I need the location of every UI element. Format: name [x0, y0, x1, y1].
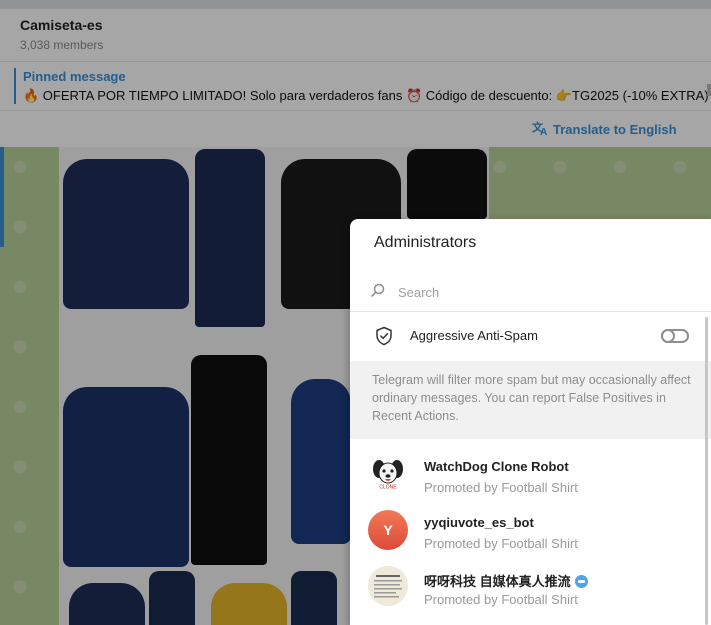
anti-spam-label: Aggressive Anti-Spam — [410, 328, 538, 343]
search-bar — [350, 271, 711, 311]
admin-item[interactable]: 呀呀科技 自媒体真人推流 Promoted by Football Shirt — [350, 563, 711, 619]
dialog-title: Administrators — [374, 234, 477, 251]
admin-name: yyqiuvote_es_bot — [424, 515, 534, 530]
shield-check-icon — [374, 326, 394, 346]
administrators-dialog: Administrators Aggressive Anti-Spam Tele… — [350, 219, 711, 625]
toggle-knob — [661, 329, 675, 343]
document-icon — [368, 566, 408, 606]
search-icon — [370, 283, 386, 299]
anti-spam-toggle[interactable] — [661, 329, 689, 343]
admin-role: Promoted by Football Shirt — [424, 480, 578, 495]
admin-item[interactable]: CLONE WatchDog Clone Robot Promoted by F… — [350, 451, 711, 507]
admin-name: 呀呀科技 自媒体真人推流 — [424, 571, 588, 590]
admin-role: Promoted by Football Shirt — [424, 592, 578, 607]
avatar — [368, 566, 408, 606]
dog-icon: CLONE — [369, 455, 407, 493]
admin-name: WatchDog Clone Robot — [424, 459, 569, 474]
dialog-scrollbar[interactable] — [705, 317, 708, 625]
avatar: CLONE — [368, 454, 408, 494]
svg-text:CLONE: CLONE — [379, 485, 397, 491]
restricted-badge-icon — [574, 575, 588, 588]
admin-item[interactable]: Y yyqiuvote_es_bot Promoted by Football … — [350, 507, 711, 563]
anti-spam-description: Telegram will filter more spam but may o… — [372, 373, 691, 423]
anti-spam-info: Telegram will filter more spam but may o… — [350, 361, 711, 439]
admin-role: Promoted by Football Shirt — [424, 536, 578, 551]
anti-spam-row[interactable]: Aggressive Anti-Spam — [350, 312, 711, 360]
avatar-letter: Y — [383, 522, 393, 538]
avatar: Y — [368, 510, 408, 550]
search-input[interactable] — [396, 280, 690, 304]
admin-name-text: 呀呀科技 自媒体真人推流 — [424, 574, 571, 589]
